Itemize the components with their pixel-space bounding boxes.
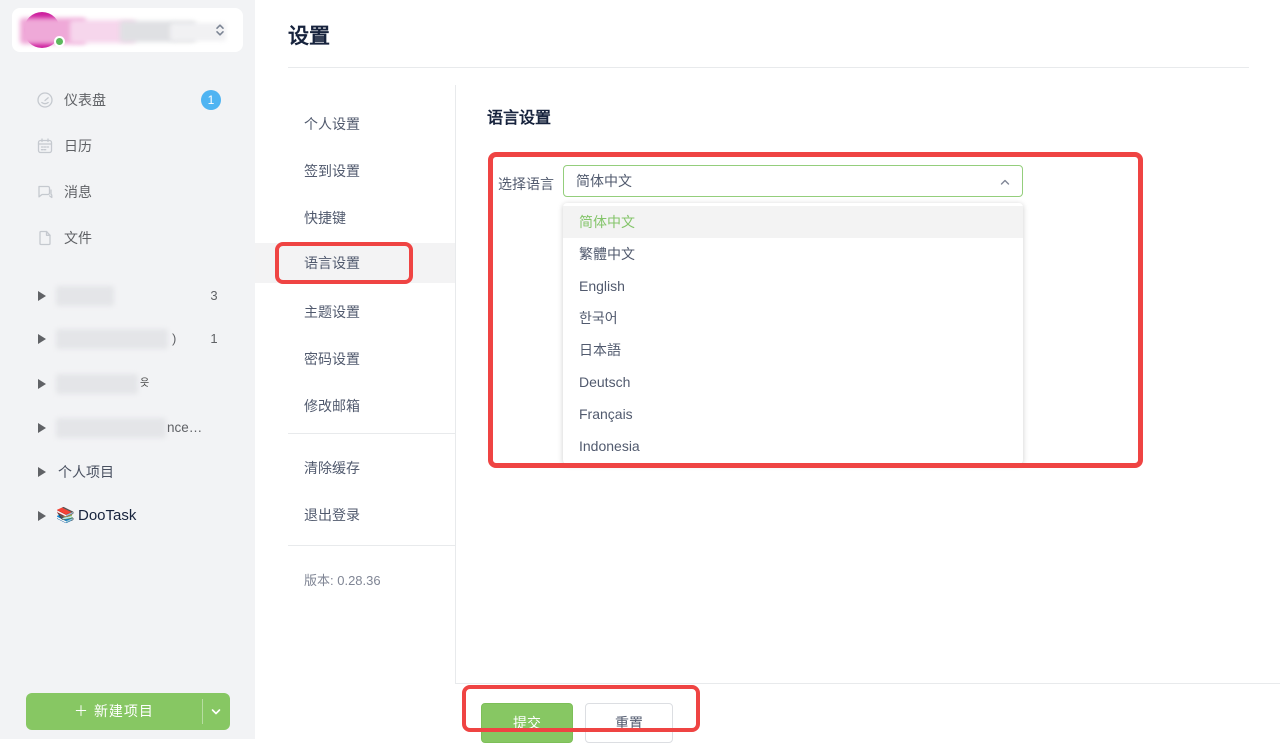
blurred-project-name [56, 418, 166, 438]
disclosure-triangle-icon[interactable] [38, 467, 46, 477]
settings-nav-theme[interactable]: 主题设置 [288, 300, 448, 324]
button-divider [202, 699, 203, 724]
notification-badge: 1 [201, 90, 221, 110]
divider [288, 67, 1249, 68]
message-icon [36, 183, 54, 201]
version-text: 版本: 0.28.36 [304, 570, 381, 589]
settings-nav-logout[interactable]: 退出登录 [288, 503, 448, 527]
project-name-fragment: nce… [167, 412, 202, 444]
dashboard-icon [36, 91, 54, 109]
project-item[interactable]: ) 1 [0, 323, 255, 355]
disclosure-triangle-icon[interactable] [38, 511, 46, 521]
books-emoji-icon: 📚 [56, 500, 75, 532]
dropdown-option-id[interactable]: Indonesia [563, 430, 1023, 462]
dropdown-option-de[interactable]: Deutsch [563, 366, 1023, 398]
divider [455, 683, 1280, 684]
chevron-down-icon[interactable] [209, 705, 223, 719]
sidebar-item-label: 消息 [64, 169, 92, 215]
plus-icon: ＋ [74, 703, 89, 719]
chevron-expand-icon[interactable] [212, 22, 228, 38]
sidebar: 仪表盘 1 日历 消息 [0, 0, 255, 739]
project-name-fragment: 읏 [140, 368, 149, 400]
new-project-label: ＋ 新建项目 [26, 693, 202, 730]
project-name: DooTask [78, 500, 136, 532]
project-count: 3 [202, 280, 226, 312]
sidebar-item-calendar[interactable]: 日历 [0, 123, 255, 169]
reset-button[interactable]: 重置 [585, 703, 673, 743]
settings-nav-checkin[interactable]: 签到设置 [288, 159, 448, 183]
page-title: 设置 [288, 20, 330, 50]
file-icon [36, 229, 54, 247]
online-status-dot [54, 36, 65, 47]
project-item[interactable]: nce… [0, 412, 255, 444]
dropdown-option-ja[interactable]: 日本語 [563, 334, 1023, 366]
sidebar-item-label: 日历 [64, 123, 92, 169]
selected-language-value: 简体中文 [576, 166, 632, 196]
language-select-label: 选择语言 [498, 174, 554, 194]
calendar-icon [36, 137, 54, 155]
settings-nav-email[interactable]: 修改邮箱 [288, 394, 448, 418]
project-count: 1 [202, 323, 226, 355]
settings-nav-shortcuts[interactable]: 快捷键 [288, 206, 448, 230]
chevron-up-icon[interactable] [998, 175, 1012, 189]
user-card[interactable] [12, 8, 243, 52]
dropdown-option-ko[interactable]: 한국어 [563, 302, 1023, 334]
sidebar-item-files[interactable]: 文件 [0, 215, 255, 261]
dropdown-option-zh-cn[interactable]: 简体中文 [563, 206, 1023, 238]
divider [288, 545, 455, 546]
disclosure-triangle-icon[interactable] [38, 379, 46, 389]
dropdown-option-en[interactable]: English [563, 270, 1023, 302]
settings-nav-personal[interactable]: 个人设置 [288, 112, 448, 136]
new-project-button[interactable]: ＋ 新建项目 [26, 693, 230, 730]
project-name: 个人项目 [58, 456, 114, 488]
project-item-personal[interactable]: 个人项目 [0, 456, 255, 488]
divider [288, 433, 455, 434]
dropdown-option-fr[interactable]: Français [563, 398, 1023, 430]
language-dropdown: 简体中文 繁體中文 English 한국어 日本語 Deutsch França… [563, 203, 1023, 464]
disclosure-triangle-icon[interactable] [38, 423, 46, 433]
blurred-project-name [56, 374, 138, 394]
sidebar-item-label: 文件 [64, 215, 92, 261]
project-name-fragment: ) [172, 323, 176, 355]
disclosure-triangle-icon[interactable] [38, 334, 46, 344]
project-item[interactable]: 읏 [0, 368, 255, 400]
sidebar-item-messages[interactable]: 消息 [0, 169, 255, 215]
settings-nav-clear-cache[interactable]: 清除缓存 [288, 456, 448, 480]
section-heading: 语言设置 [487, 104, 551, 128]
settings-nav-password[interactable]: 密码设置 [288, 347, 448, 371]
submit-button[interactable]: 提交 [481, 703, 573, 743]
sidebar-item-dashboard[interactable]: 仪表盘 1 [0, 77, 255, 123]
divider [455, 85, 456, 683]
sidebar-item-label: 仪表盘 [64, 77, 106, 123]
blurred-project-name [56, 329, 168, 349]
disclosure-triangle-icon[interactable] [38, 291, 46, 301]
settings-nav-language-active[interactable]: 语言设置 [255, 243, 455, 283]
dropdown-option-zh-tw[interactable]: 繁體中文 [563, 238, 1023, 270]
language-select[interactable]: 简体中文 [563, 165, 1023, 197]
project-item-dootask[interactable]: 📚 DooTask [0, 500, 255, 532]
project-item[interactable]: 3 [0, 280, 255, 312]
blurred-project-name [56, 286, 114, 306]
